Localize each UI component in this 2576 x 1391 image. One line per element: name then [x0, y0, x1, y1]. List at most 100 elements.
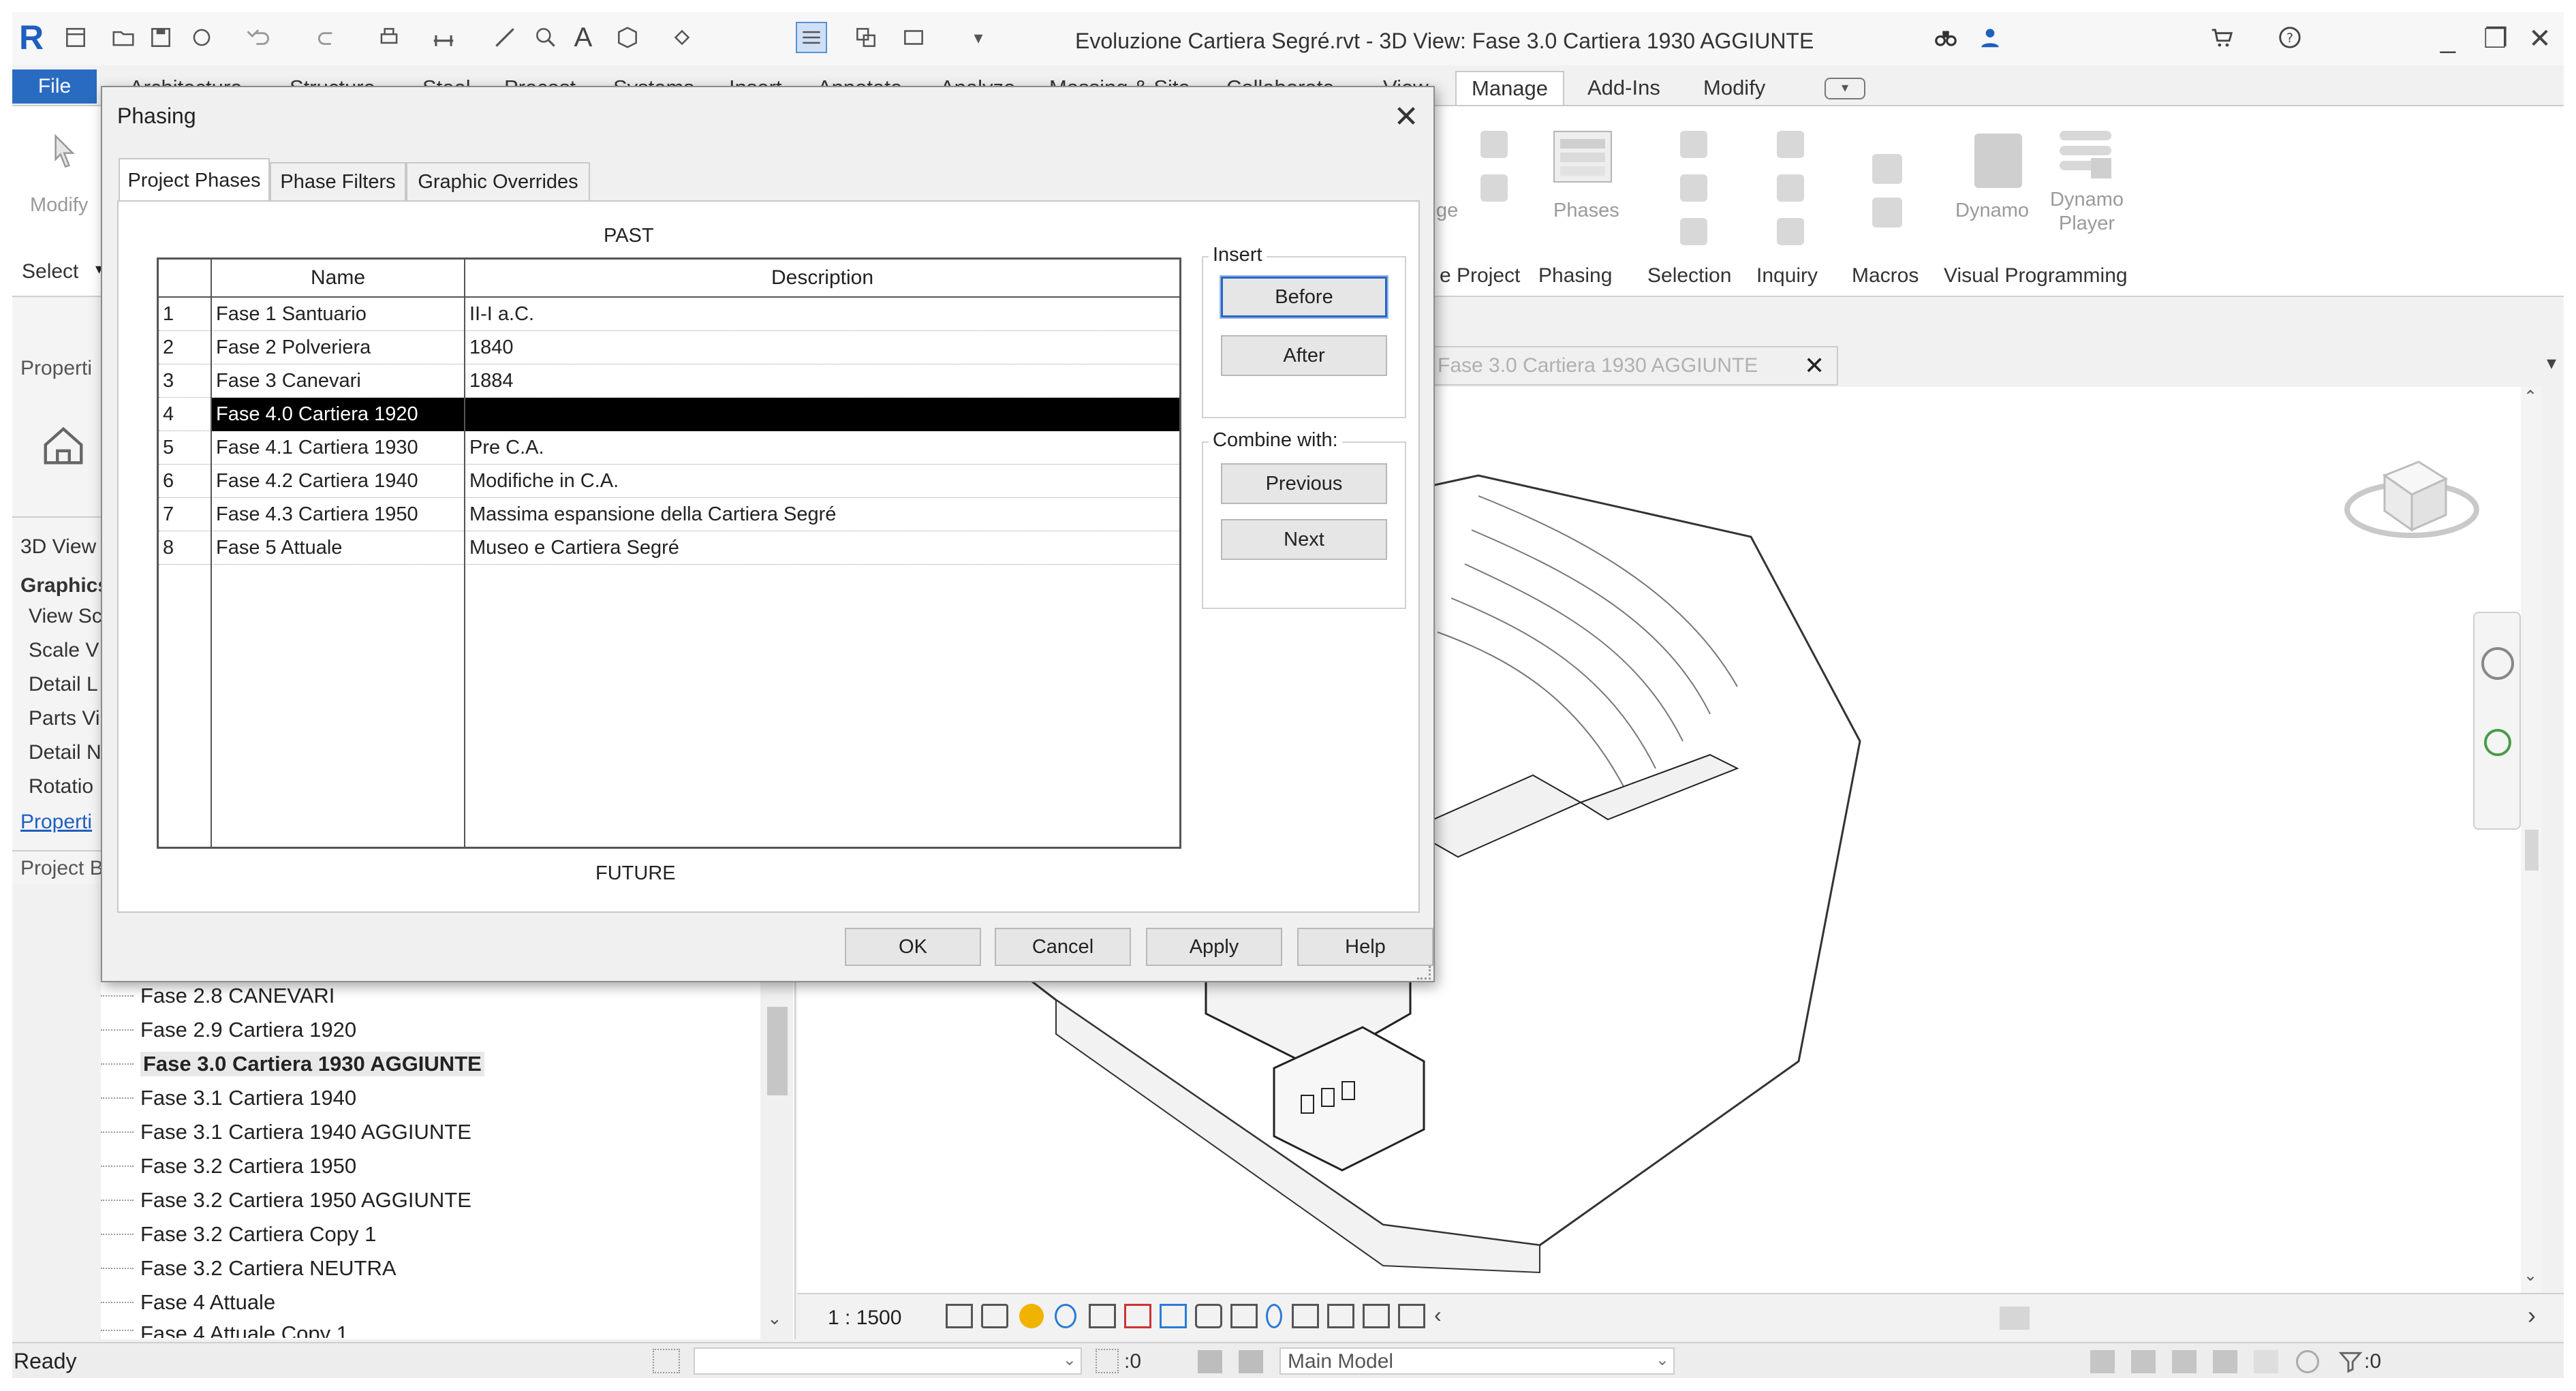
property-scale-value[interactable]: Scale V [29, 639, 99, 662]
view-scrollbar-thumb[interactable] [2525, 830, 2539, 871]
print-icon[interactable] [373, 22, 405, 53]
section-icon[interactable] [666, 22, 698, 53]
tree-item[interactable]: Fase 3.2 Cartiera NEUTRA [101, 1256, 397, 1281]
ribbon-display-toggle-icon[interactable]: ▾ [1825, 78, 1865, 99]
minimize-button[interactable]: _ [2424, 22, 2472, 56]
shadows-icon[interactable] [1055, 1304, 1076, 1328]
resize-grip-icon[interactable] [1417, 966, 1431, 980]
file-tab[interactable]: File [12, 69, 97, 104]
browser-scrollbar-thumb[interactable] [767, 1007, 788, 1095]
app-logo[interactable]: R [19, 18, 44, 57]
selection-count-icon[interactable] [1096, 1349, 1119, 1373]
sun-path-icon[interactable] [1019, 1304, 1044, 1328]
view-tab-close-icon[interactable]: ✕ [1804, 351, 1825, 380]
cancel-button[interactable]: Cancel [995, 928, 1131, 966]
crop-view-icon[interactable] [1124, 1304, 1151, 1328]
view-scrollbar[interactable]: ⌃ ⌄ [2521, 387, 2541, 1293]
table-row[interactable]: 1 Fase 1 Santuario II-I a.C. [159, 298, 1179, 331]
phase-description[interactable] [465, 398, 1179, 431]
tree-item[interactable]: Fase 3.1 Cartiera 1940 [101, 1086, 356, 1110]
view-tab[interactable]: Fase 3.0 Cartiera 1930 AGGIUNTE [1429, 346, 1838, 386]
save-icon[interactable] [145, 22, 176, 53]
show-crop-region-icon[interactable] [1160, 1304, 1187, 1328]
select-panel-label[interactable]: Select [22, 260, 78, 283]
phase-description[interactable]: Modifiche in C.A. [465, 465, 1179, 498]
tab-phase-filters[interactable]: Phase Filters [270, 162, 406, 200]
phase-name[interactable]: Fase 4.0 Cartiera 1920 [212, 398, 465, 431]
phase-description[interactable]: 1884 [465, 364, 1179, 398]
open-icon[interactable] [108, 22, 139, 53]
tab-add-ins[interactable]: Add-Ins [1572, 71, 1675, 105]
property-detail-level[interactable]: Detail L [29, 673, 98, 696]
combine-next-button[interactable]: Next [1221, 519, 1387, 560]
reveal-hidden-icon[interactable] [1266, 1304, 1282, 1328]
tab-manage[interactable]: Manage [1455, 71, 1565, 105]
type-selector-icon[interactable] [40, 421, 87, 469]
measure-icon[interactable] [428, 22, 459, 53]
phase-name[interactable]: Fase 4.2 Cartiera 1940 [212, 465, 465, 498]
scroll-up-icon[interactable]: ⌃ [2524, 387, 2537, 407]
phase-name[interactable]: Fase 2 Polveriera [212, 331, 465, 364]
undo-icon[interactable] [244, 22, 275, 53]
browser-scrollbar[interactable]: ⌄ [760, 966, 793, 1339]
reveal-constraints-icon[interactable] [1398, 1304, 1425, 1328]
select-underlay-status-icon[interactable] [2131, 1350, 2156, 1373]
properties-help-link[interactable]: Properti [20, 811, 92, 834]
macro-security-icon[interactable] [1872, 198, 1902, 228]
select-links-icon[interactable] [1680, 131, 1707, 158]
close-hidden-windows-icon[interactable] [850, 22, 882, 53]
detail-level-icon[interactable] [946, 1304, 973, 1328]
phases-icon[interactable] [1553, 131, 1612, 183]
background-process-icon[interactable] [2296, 1350, 2319, 1373]
help-icon[interactable]: ? [2274, 22, 2306, 53]
dialog-close-button[interactable]: ✕ [1386, 98, 1427, 135]
modify-button-label[interactable]: Modify [30, 193, 88, 217]
select-links-status-icon[interactable] [2090, 1350, 2115, 1373]
warnings-icon[interactable] [1777, 218, 1804, 245]
property-parts-visibility[interactable]: Parts Vi [29, 707, 100, 730]
table-row[interactable]: 6 Fase 4.2 Cartiera 1940 Modifiche in C.… [159, 465, 1179, 498]
table-row[interactable]: 4 Fase 4.0 Cartiera 1920 [159, 398, 1179, 431]
phase-description[interactable]: II-I a.C. [465, 298, 1179, 331]
insert-before-button[interactable]: Before [1220, 275, 1388, 319]
collapse-control-bar-icon[interactable]: ‹ [1434, 1302, 1442, 1328]
phase-name[interactable]: Fase 3 Canevari [212, 364, 465, 398]
description-column-header[interactable]: Description [465, 260, 1179, 298]
ge-icon[interactable] [1480, 131, 1508, 158]
select-by-id-icon[interactable] [1777, 174, 1804, 202]
tree-item[interactable]: Fase 2.9 Cartiera 1920 [101, 1018, 356, 1042]
phase-description[interactable]: 1840 [465, 331, 1179, 364]
combine-previous-button[interactable]: Previous [1221, 463, 1387, 504]
tree-item-selected[interactable]: Fase 3.0 Cartiera 1930 AGGIUNTE [101, 1052, 484, 1076]
text-icon[interactable]: A [568, 22, 599, 53]
select-underlay-icon[interactable] [1680, 174, 1707, 202]
restore-button[interactable]: ❐ [2472, 22, 2519, 56]
view-scale[interactable]: 1 : 1500 [828, 1307, 901, 1330]
tree-item[interactable]: Fase 4 Attuale Copy 1 [101, 1322, 348, 1338]
tree-item[interactable]: Fase 3.1 Cartiera 1940 AGGIUNTE [101, 1120, 471, 1144]
ge-icon-2[interactable] [1480, 174, 1508, 202]
sync-icon[interactable] [186, 22, 217, 53]
table-row[interactable]: 3 Fase 3 Canevari 1884 [159, 364, 1179, 398]
dynamo-player-button-label[interactable]: Dynamo Player [2049, 188, 2124, 236]
close-window-button[interactable]: ✕ [2516, 22, 2564, 56]
dynamo-player-icon[interactable] [2060, 131, 2111, 183]
select-by-face-status-icon[interactable] [2213, 1350, 2237, 1373]
editing-requests-icon[interactable] [1198, 1350, 1222, 1373]
property-view-scale[interactable]: View Sc [29, 605, 102, 628]
customize-toolbar-icon[interactable]: ▾ [963, 22, 994, 53]
design-options-icon[interactable] [1239, 1350, 1263, 1373]
view-type-label[interactable]: 3D View [20, 535, 96, 559]
workset-dropdown-icon[interactable]: ⌄ [1063, 1350, 1076, 1370]
visual-style-icon[interactable] [981, 1304, 1008, 1328]
scroll-down-icon[interactable]: ⌄ [767, 1308, 782, 1329]
property-rotation[interactable]: Rotatio [29, 775, 93, 798]
editable-only-icon[interactable] [653, 1349, 680, 1373]
dynamo-icon[interactable] [1974, 134, 2022, 188]
ids-of-selection-icon[interactable] [1777, 131, 1804, 158]
scroll-right-icon[interactable]: › [2528, 1301, 2536, 1330]
property-detail-number[interactable]: Detail N [29, 741, 102, 764]
design-option-dropdown-icon[interactable]: ⌄ [1656, 1350, 1669, 1370]
phase-name[interactable]: Fase 4.1 Cartiera 1930 [212, 431, 465, 465]
tab-project-phases[interactable]: Project Phases [119, 158, 270, 202]
